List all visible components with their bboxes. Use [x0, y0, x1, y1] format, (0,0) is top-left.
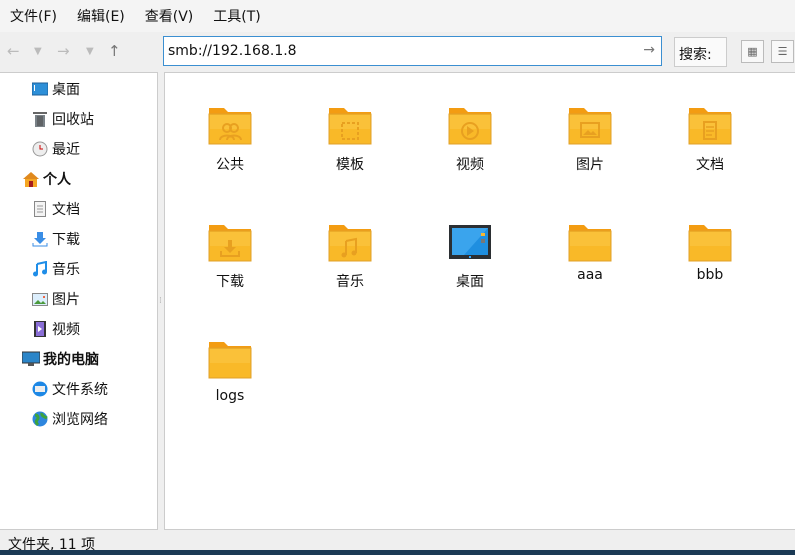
plain-folder-icon	[208, 342, 252, 379]
template-folder-icon	[328, 108, 372, 145]
address-input[interactable]: smb://192.168.1.8	[168, 43, 297, 59]
file-name: 图片	[576, 157, 604, 173]
sidebar-item-label: 桌面	[52, 82, 80, 98]
menu-view[interactable]: 查看(V)	[145, 6, 194, 26]
file-item[interactable]: 模板	[300, 104, 400, 174]
file-item[interactable]: 视频	[420, 104, 520, 174]
plain-folder-icon	[568, 225, 612, 262]
download-icon	[31, 230, 49, 248]
file-name: 公共	[216, 157, 244, 173]
document-icon	[31, 200, 49, 218]
file-name: 桌面	[456, 274, 484, 290]
file-item[interactable]: 下载	[180, 221, 280, 291]
picture-icon	[31, 290, 49, 308]
list-view-button[interactable]: ☰	[771, 40, 794, 63]
sidebar-item-label: 最近	[52, 142, 80, 158]
sidebar-item[interactable]: 文件系统	[31, 378, 108, 400]
clock-icon	[31, 140, 49, 158]
file-item[interactable]: 桌面	[420, 221, 520, 291]
download-folder-icon	[208, 225, 252, 262]
up-icon[interactable]: ↑	[108, 42, 121, 60]
sidebar-item[interactable]: 最近	[31, 138, 80, 160]
go-arrow-icon[interactable]: →	[643, 42, 655, 58]
forward-icon[interactable]: →	[57, 42, 70, 60]
file-name: aaa	[577, 267, 603, 283]
sidebar-item[interactable]: 个人	[22, 168, 71, 190]
file-item[interactable]: aaa	[540, 221, 640, 283]
file-item[interactable]: 公共	[180, 104, 280, 174]
sidebar-item-label: 下载	[52, 232, 80, 248]
sidebar-item[interactable]: 下载	[31, 228, 80, 250]
sidebar-item[interactable]: 回收站	[31, 108, 94, 130]
music-folder-icon	[328, 225, 372, 262]
sidebar-item-label: 视频	[52, 322, 80, 338]
video-icon	[31, 320, 49, 338]
file-view: 公共 模板 视频 图片 文档下载 音乐 桌面 aaa bbb logs	[164, 72, 795, 530]
back-history-dropdown-icon[interactable]: ▼	[34, 46, 42, 57]
desktop-icon	[31, 80, 49, 98]
sidebar-item[interactable]: 音乐	[31, 258, 80, 280]
forward-history-dropdown-icon[interactable]: ▼	[86, 46, 94, 57]
file-item[interactable]: 图片	[540, 104, 640, 174]
globe-icon	[31, 410, 49, 428]
sidebar-item[interactable]: 桌面	[31, 78, 80, 100]
file-item[interactable]: 音乐	[300, 221, 400, 291]
file-item[interactable]: 文档	[660, 104, 760, 174]
file-item[interactable]: logs	[180, 338, 280, 404]
computer-icon	[22, 350, 40, 368]
menubar: 文件(F) 编辑(E) 查看(V) 工具(T)	[0, 0, 795, 32]
toolbar: ← ▼ → ▼ ↑ smb://192.168.1.8 → 搜索: ▦ ☰	[0, 34, 795, 70]
address-bar[interactable]: smb://192.168.1.8 →	[163, 36, 662, 66]
video-folder-icon	[448, 108, 492, 145]
file-name: 音乐	[336, 274, 364, 290]
sidebar-item-label: 音乐	[52, 262, 80, 278]
file-name: 模板	[336, 157, 364, 173]
trash-icon	[31, 110, 49, 128]
drive-icon	[31, 380, 49, 398]
file-item[interactable]: bbb	[660, 221, 760, 283]
file-name: 文档	[696, 157, 724, 173]
sidebar-item[interactable]: 图片	[31, 288, 80, 310]
file-name: 视频	[456, 157, 484, 173]
sidebar-item[interactable]: 文档	[31, 198, 80, 220]
sidebar-item-label: 浏览网络	[52, 412, 108, 428]
plain-folder-icon	[688, 225, 732, 262]
file-name: logs	[215, 388, 245, 404]
document-folder-icon	[688, 108, 732, 145]
sidebar-item-label: 我的电脑	[43, 352, 99, 368]
menu-file[interactable]: 文件(F)	[10, 6, 57, 26]
home-icon	[22, 170, 40, 188]
sidebar-item[interactable]: 视频	[31, 318, 80, 340]
desktop-folder-icon	[449, 225, 491, 259]
music-icon	[31, 260, 49, 278]
sidebar-item-label: 文件系统	[52, 382, 108, 398]
sidebar-item-label: 图片	[52, 292, 80, 308]
sidebar-item-label: 文档	[52, 202, 80, 218]
file-name: bbb	[696, 267, 724, 283]
menu-tools[interactable]: 工具(T)	[213, 6, 260, 26]
sidebar-item-label: 个人	[43, 172, 71, 188]
sidebar-item[interactable]: 我的电脑	[22, 348, 99, 370]
taskbar	[0, 550, 795, 555]
splitter-handle[interactable]: ⁞	[159, 296, 162, 306]
search-button[interactable]: 搜索:	[674, 37, 727, 67]
sidebar-item[interactable]: 浏览网络	[31, 408, 108, 430]
file-name: 下载	[216, 274, 244, 290]
back-icon[interactable]: ←	[7, 42, 20, 60]
icon-view-button[interactable]: ▦	[741, 40, 764, 63]
sidebar: 桌面回收站最近个人文档下载音乐图片视频我的电脑文件系统浏览网络	[0, 72, 158, 530]
sidebar-item-label: 回收站	[52, 112, 94, 128]
menu-edit[interactable]: 编辑(E)	[77, 6, 125, 26]
public-folder-icon	[208, 108, 252, 145]
picture-folder-icon	[568, 108, 612, 145]
